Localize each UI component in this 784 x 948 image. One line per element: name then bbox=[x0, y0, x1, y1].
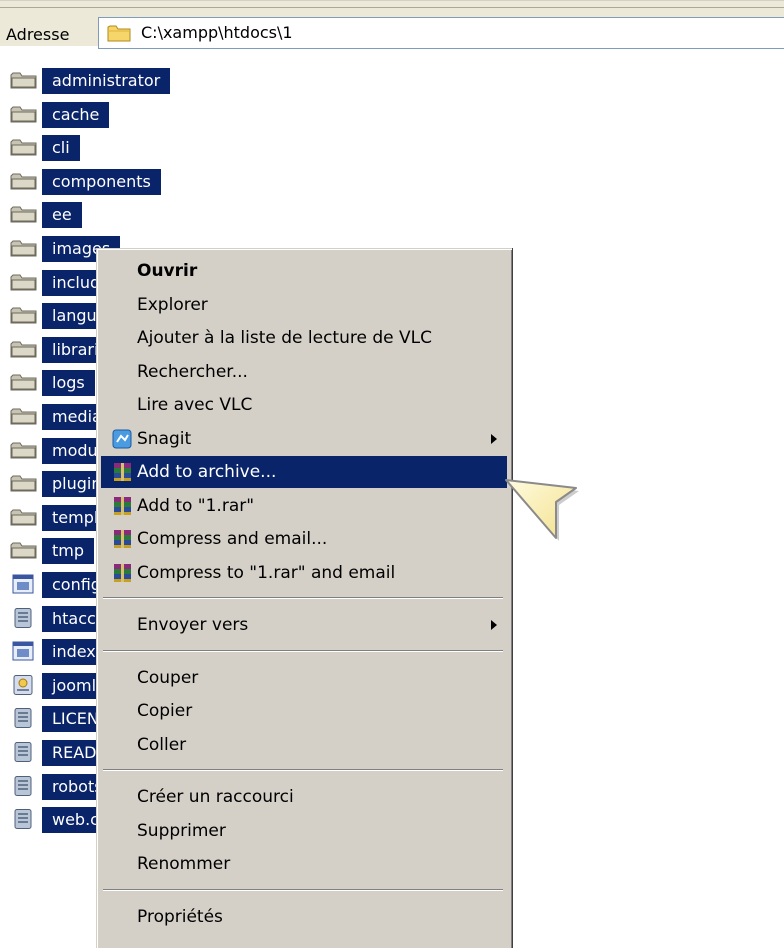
file-name[interactable]: tmp bbox=[42, 538, 95, 565]
menu-item-label: Explorer bbox=[137, 294, 208, 315]
folder-icon bbox=[10, 240, 37, 257]
text-file-icon bbox=[14, 708, 32, 729]
file-item[interactable]: cli bbox=[10, 131, 200, 162]
file-name[interactable]: administrator bbox=[42, 68, 171, 94]
menu-item-envoyer-vers[interactable]: Envoyer vers bbox=[101, 609, 507, 641]
address-field[interactable]: C:\xampp\htdocs\1 bbox=[98, 17, 784, 49]
menu-item-proprietes[interactable]: Propriétés bbox=[101, 901, 507, 933]
folder-icon bbox=[10, 442, 37, 459]
menu-item-lire-avec-vlc[interactable]: Lire avec VLC bbox=[101, 389, 507, 421]
menu-item-label: Add to archive... bbox=[137, 462, 277, 482]
folder-icon bbox=[10, 106, 37, 123]
folder-icon bbox=[10, 475, 37, 492]
menu-separator bbox=[103, 597, 503, 599]
file-name[interactable]: cli bbox=[42, 135, 80, 162]
file-item[interactable]: administrator bbox=[10, 64, 200, 94]
menu-item-label: Supprimer bbox=[137, 820, 226, 841]
file-item[interactable]: ee bbox=[10, 198, 200, 229]
folder-icon bbox=[10, 173, 37, 190]
menu-item-label: Lire avec VLC bbox=[137, 395, 253, 415]
menu-item-label: Rechercher... bbox=[137, 361, 248, 382]
menu-item-ajouter-a-la-liste-de-lecture-de-vlc[interactable]: Ajouter à la liste de lecture de VLC bbox=[101, 322, 507, 354]
file-name[interactable]: components bbox=[42, 168, 161, 195]
menu-item-ouvrir[interactable]: Ouvrir bbox=[101, 255, 507, 287]
menu-item-renommer[interactable]: Renommer bbox=[101, 848, 507, 880]
address-bar: Adresse C:\xampp\htdocs\1 bbox=[0, 0, 784, 49]
menu-item-add-to-archive[interactable]: Add to archive... bbox=[101, 456, 507, 488]
toolbar-divider bbox=[0, 7, 784, 8]
menu-item-copier[interactable]: Copier bbox=[101, 695, 507, 727]
winrar-icon bbox=[114, 563, 131, 582]
file-name[interactable]: ee bbox=[42, 202, 82, 229]
folder-icon bbox=[10, 206, 37, 223]
winrar-icon bbox=[114, 530, 131, 548]
menu-item-creer-un-raccourci[interactable]: Créer un raccourci bbox=[101, 781, 507, 813]
text-file-icon bbox=[14, 775, 32, 796]
file-name[interactable]: logs bbox=[42, 370, 95, 397]
address-path[interactable]: C:\xampp\htdocs\1 bbox=[141, 23, 293, 43]
submenu-arrow-icon bbox=[491, 620, 497, 630]
winrar-icon bbox=[114, 496, 131, 515]
folder-icon bbox=[107, 25, 131, 42]
folder-icon bbox=[10, 72, 37, 89]
menu-item-label: Compress to "1.rar" and email bbox=[137, 562, 396, 583]
submenu-arrow-icon bbox=[491, 433, 497, 444]
menu-separator bbox=[103, 888, 503, 891]
folder-icon bbox=[10, 274, 37, 291]
text-file-icon bbox=[14, 742, 32, 762]
menu-item-compress-to-1-rar-and-email[interactable]: Compress to "1.rar" and email bbox=[101, 557, 507, 589]
folder-icon bbox=[10, 139, 37, 156]
menu-item-supprimer[interactable]: Supprimer bbox=[101, 815, 507, 847]
address-label: Adresse bbox=[6, 25, 70, 44]
menu-item-explorer[interactable]: Explorer bbox=[101, 289, 507, 321]
menu-item-couper[interactable]: Couper bbox=[101, 662, 507, 694]
menu-item-add-to-1-rar[interactable]: Add to "1.rar" bbox=[101, 490, 507, 522]
menu-item-label: Copier bbox=[137, 701, 193, 721]
menu-item-label: Créer un raccourci bbox=[137, 787, 294, 807]
menu-item-label: Snagit bbox=[137, 428, 192, 449]
text-file-icon bbox=[14, 809, 32, 830]
folder-icon bbox=[10, 307, 37, 324]
menu-item-label: Renommer bbox=[137, 854, 231, 874]
file-item[interactable]: cache bbox=[10, 98, 200, 128]
php-file-icon bbox=[12, 574, 34, 594]
menu-item-label: Couper bbox=[137, 667, 199, 688]
folder-icon bbox=[10, 341, 37, 358]
folder-icon bbox=[10, 542, 37, 559]
menu-item-label: Ajouter à la liste de lecture de VLC bbox=[137, 328, 432, 348]
menu-item-label: Coller bbox=[137, 734, 187, 755]
menu-item-label: Propriétés bbox=[137, 906, 223, 927]
xml-file-icon bbox=[13, 674, 33, 695]
menu-item-label: Add to "1.rar" bbox=[137, 495, 255, 516]
text-file-icon bbox=[14, 607, 32, 628]
winrar-icon bbox=[114, 463, 131, 481]
menu-item-label: Compress and email... bbox=[137, 529, 328, 549]
menu-item-compress-and-email[interactable]: Compress and email... bbox=[101, 523, 507, 555]
folder-icon bbox=[10, 374, 37, 391]
menu-separator bbox=[103, 649, 503, 652]
menu-item-label: Ouvrir bbox=[137, 261, 198, 281]
folder-icon bbox=[10, 509, 37, 526]
snagit-icon bbox=[112, 429, 132, 448]
menu-item-coller[interactable]: Coller bbox=[101, 729, 507, 761]
file-item[interactable]: components bbox=[10, 165, 200, 195]
menu-item-rechercher[interactable]: Rechercher... bbox=[101, 356, 507, 388]
menu-item-label: Envoyer vers bbox=[137, 615, 249, 635]
menu-item-snagit[interactable]: Snagit bbox=[101, 423, 507, 455]
folder-icon bbox=[10, 408, 37, 425]
context-menu: Ouvrir Explorer Ajouter à la liste de lect… bbox=[96, 248, 512, 948]
php-file-icon bbox=[12, 641, 34, 661]
pointer-arrow-icon bbox=[505, 479, 579, 541]
file-name[interactable]: cache bbox=[42, 101, 110, 128]
menu-separator bbox=[103, 769, 503, 771]
